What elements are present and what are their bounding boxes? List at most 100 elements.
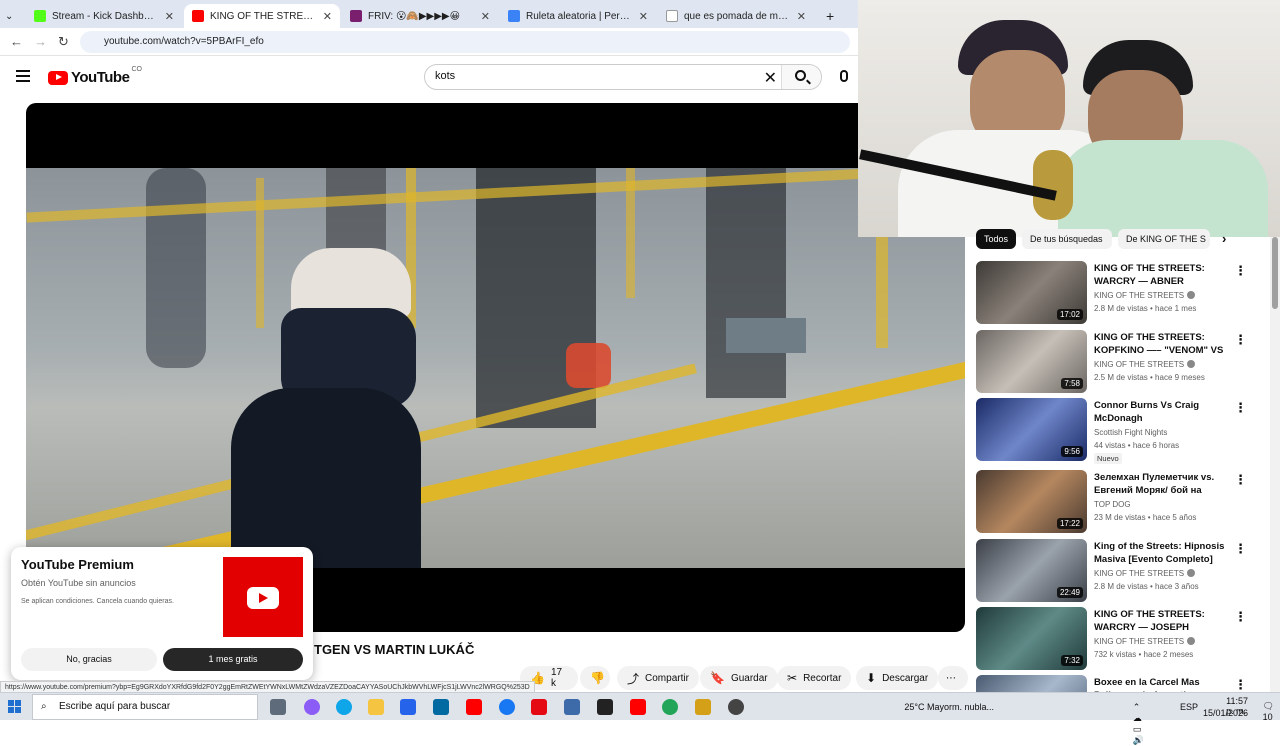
search-box[interactable]: kots ✕ xyxy=(424,64,822,90)
close-tab-icon[interactable]: ✕ xyxy=(165,10,174,23)
close-tab-icon[interactable]: ✕ xyxy=(481,10,490,23)
copilot-icon[interactable] xyxy=(304,699,320,715)
recommendation-title[interactable]: KING OF THE STREETS: WARCRY — ABNER LLOV… xyxy=(1094,262,1228,288)
back-icon[interactable]: ← xyxy=(10,34,23,49)
more-options-icon[interactable]: ⋮ xyxy=(1234,541,1247,557)
browser-tab[interactable]: Ruleta aleatoria | Personaliza y ✕ xyxy=(500,4,656,28)
more-options-icon[interactable]: ⋮ xyxy=(1234,677,1247,692)
windows-start-icon[interactable] xyxy=(8,700,22,714)
outlook-icon[interactable] xyxy=(433,699,449,715)
recommendation-item[interactable]: 17:02 KING OF THE STREETS: WARCRY — ABNER… xyxy=(976,261,1248,325)
more-icon: ⋯ xyxy=(946,672,956,684)
recommendation-title[interactable]: King of the Streets: Hipnosis Masiva [Ev… xyxy=(1094,540,1228,566)
browser-tab[interactable]: que es pomada de marihuana ✕ xyxy=(658,4,814,28)
more-options-icon[interactable]: ⋮ xyxy=(1234,400,1247,416)
channel-name[interactable]: KING OF THE STREETS xyxy=(1094,569,1196,578)
recommendation-title[interactable]: Connor Burns Vs Craig McDonagh xyxy=(1094,399,1228,425)
recommendation-item[interactable]: 22:49 King of the Streets: Hipnosis Masiv… xyxy=(976,539,1248,603)
new-tab-button[interactable]: + xyxy=(818,4,842,28)
address-bar[interactable]: youtube.com/watch?v=5PBArFI_efo xyxy=(80,31,850,53)
decline-button[interactable]: No, gracias xyxy=(21,648,157,671)
filter-chip[interactable]: De tus búsquedas xyxy=(1022,229,1112,249)
youtube-app-icon[interactable] xyxy=(630,699,646,715)
free-trial-button[interactable]: 1 mes gratis xyxy=(163,648,303,671)
video-thumbnail[interactable]: 22:49 xyxy=(976,539,1087,602)
forward-icon[interactable]: → xyxy=(34,34,47,49)
store-icon[interactable] xyxy=(400,699,416,715)
chevron-right-icon[interactable]: › xyxy=(1222,231,1226,246)
more-options-icon[interactable]: ⋮ xyxy=(1234,263,1247,279)
clock-date[interactable]: 15/01/2026 xyxy=(1203,708,1248,718)
obs-icon[interactable] xyxy=(728,699,744,715)
search-button[interactable] xyxy=(781,65,821,89)
weather-widget[interactable]: 25°C Mayorm. nubla... xyxy=(904,702,994,712)
video-thumbnail[interactable]: 9:56 xyxy=(976,398,1087,461)
video-thumbnail[interactable]: 7:32 xyxy=(976,607,1087,670)
recommendation-item[interactable]: 7:32 KING OF THE STREETS: WARCRY — JOSEPH… xyxy=(976,607,1248,671)
file-explorer-icon[interactable] xyxy=(368,699,384,715)
taskbar-search-input[interactable]: ⌕ Escribe aquí para buscar xyxy=(32,694,258,720)
recommendation-item[interactable]: 17:22 Зелемхан Пулеметчик vs. Евгений Мор… xyxy=(976,470,1248,534)
video-thumbnail[interactable]: 7:58 xyxy=(976,330,1087,393)
dislike-button[interactable]: 👎 xyxy=(580,666,610,690)
reload-icon[interactable]: ↻ xyxy=(58,34,69,50)
hamburger-menu-icon[interactable] xyxy=(16,70,30,82)
notifications-button[interactable]: 🗨10 xyxy=(1263,701,1274,722)
language-indicator[interactable]: ESP xyxy=(1180,702,1198,712)
netflix-icon[interactable] xyxy=(531,699,547,715)
tab-list-button[interactable]: ⌄ xyxy=(0,4,22,28)
wikipedia-icon[interactable] xyxy=(597,699,613,715)
microphone-icon[interactable] xyxy=(840,70,848,82)
tray-icons[interactable]: ⌃ ☁ ▭ 🔊 xyxy=(1133,702,1144,746)
video-thumbnail[interactable]: 17:02 xyxy=(976,261,1087,324)
close-tab-icon[interactable]: ✕ xyxy=(639,10,648,23)
scrollbar[interactable] xyxy=(1270,237,1280,692)
download-button[interactable]: ⬇ Descargar xyxy=(856,666,939,690)
scissors-icon: ✂ xyxy=(787,671,798,685)
facebook-icon[interactable] xyxy=(499,699,515,715)
chrome-icon[interactable] xyxy=(662,699,678,715)
recommendation-title[interactable]: Boxee en la Carcel Mas Peligrosa de Arge… xyxy=(1094,676,1228,692)
recommendation-item[interactable]: 7:58 KING OF THE STREETS: KOPFKINO —– "VE… xyxy=(976,330,1248,394)
recommendation-title[interactable]: KING OF THE STREETS: KOPFKINO —– "VENOM"… xyxy=(1094,331,1228,357)
media-icon[interactable] xyxy=(695,699,711,715)
clip-button[interactable]: ✂ Recortar xyxy=(777,666,852,690)
browser-tab[interactable]: FRIV: 😮🙈▶▶▶▶😀 ✕ xyxy=(342,4,498,28)
premium-terms: Se aplican condiciones. Cancela cuando q… xyxy=(21,598,174,605)
scrollbar-thumb[interactable] xyxy=(1272,237,1278,309)
more-actions-button[interactable]: ⋯ xyxy=(938,666,968,690)
chevron-down-icon: ⌄ xyxy=(5,10,14,22)
save-button[interactable]: 🔖 Guardar xyxy=(700,666,778,690)
edge-icon[interactable] xyxy=(336,699,352,715)
recommendation-item[interactable]: Boxee en la Carcel Mas Peligrosa de Arge… xyxy=(976,675,1248,692)
browser-tab[interactable]: Stream - Kick Dashboard ✕ xyxy=(26,4,182,28)
more-options-icon[interactable]: ⋮ xyxy=(1234,609,1247,625)
search-input[interactable]: kots xyxy=(435,70,455,82)
duration-badge: 22:49 xyxy=(1056,587,1083,598)
filter-chip[interactable]: Todos xyxy=(976,229,1016,249)
filter-chip[interactable]: De KING OF THE S xyxy=(1118,229,1210,249)
close-tab-icon[interactable]: ✕ xyxy=(323,10,332,23)
clear-search-icon[interactable]: ✕ xyxy=(764,68,777,88)
more-options-icon[interactable]: ⋮ xyxy=(1234,332,1247,348)
browser-tab[interactable]: KING OF THE STREETS: WARCR ✕ xyxy=(184,4,340,28)
app-icon[interactable] xyxy=(564,699,580,715)
task-view-icon[interactable] xyxy=(270,699,286,715)
channel-name[interactable]: KING OF THE STREETS xyxy=(1094,637,1196,646)
youtube-logo[interactable]: YouTube CO xyxy=(48,66,142,86)
channel-name[interactable]: KING OF THE STREETS xyxy=(1094,291,1196,300)
recommendation-item[interactable]: 9:56 Connor Burns Vs Craig McDonagh Scotti… xyxy=(976,398,1248,464)
youtube-icon[interactable] xyxy=(466,699,482,715)
share-button[interactable]: ⤴ Compartir xyxy=(617,666,699,690)
recommendation-title[interactable]: KING OF THE STREETS: WARCRY — JOSEPH HAP… xyxy=(1094,608,1228,634)
close-tab-icon[interactable]: ✕ xyxy=(797,10,806,23)
more-options-icon[interactable]: ⋮ xyxy=(1234,472,1247,488)
browser-toolbar: ← → ↻ youtube.com/watch?v=5PBArFI_efo xyxy=(0,28,858,56)
video-thumbnail[interactable] xyxy=(976,675,1087,692)
video-thumbnail[interactable]: 17:22 xyxy=(976,470,1087,533)
channel-name[interactable]: KING OF THE STREETS xyxy=(1094,360,1196,369)
channel-name[interactable]: Scottish Fight Nights xyxy=(1094,428,1167,437)
video-meta: 44 vistas • hace 6 horas xyxy=(1094,441,1180,450)
recommendation-title[interactable]: Зелемхан Пулеметчик vs. Евгений Моряк/ б… xyxy=(1094,471,1228,497)
channel-name[interactable]: TOP DOG xyxy=(1094,500,1131,509)
